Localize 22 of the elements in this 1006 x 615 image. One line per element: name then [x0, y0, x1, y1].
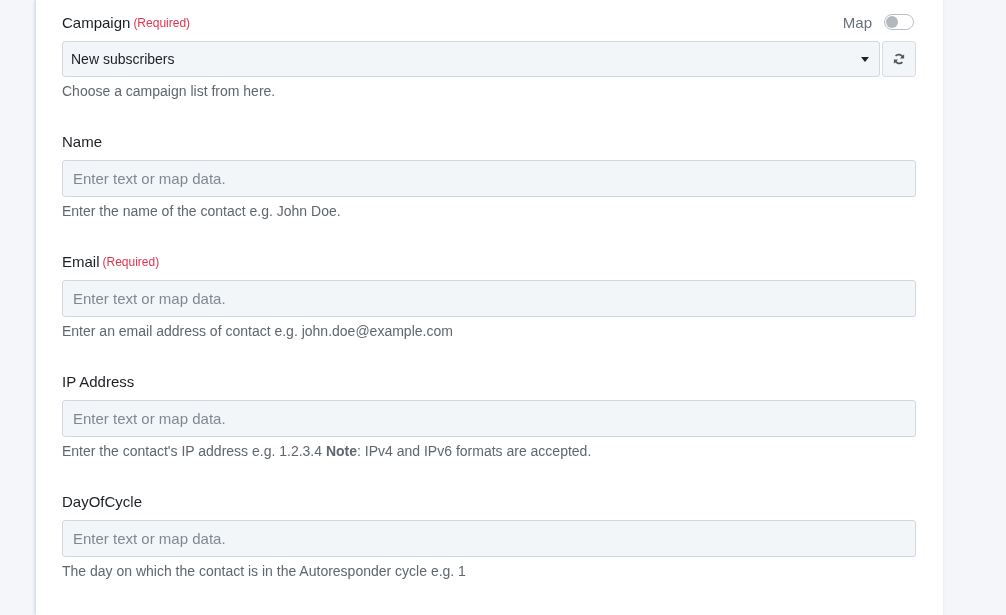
required-note: (Required): [102, 255, 160, 269]
text-input[interactable]: Enter text or map data.: [62, 160, 916, 197]
help-text: Choose a campaign list from here.: [62, 82, 277, 101]
help-text: Enter an email address of contact e.g. john.doe@example.com: [62, 322, 454, 341]
field-label: Name: [62, 132, 102, 150]
help-text: Enter the contact's IP address e.g. 1.2.3.4 Note: IPv4 and IPv6 formats are accepted.: [62, 442, 593, 461]
field-label: Campaign: [62, 13, 131, 31]
help-text: Enter the name of the contact e.g. John Doe.: [62, 202, 342, 221]
refresh-icon: [893, 53, 905, 65]
text-input[interactable]: Enter text or map data.: [62, 400, 916, 437]
required-note: (Required): [133, 16, 191, 30]
map-label: Map: [842, 13, 872, 31]
field-label: DayOfCycle: [62, 492, 143, 510]
refresh-button[interactable]: [882, 41, 916, 77]
field-label: IP Address: [62, 372, 135, 390]
text-input[interactable]: Enter text or map data.: [62, 280, 916, 317]
caret-icon: [861, 56, 869, 62]
help-text: The day on which the contact is in the Autoresponder cycle e.g. 1: [62, 562, 467, 581]
map-toggle[interactable]: [884, 14, 914, 30]
campaign-select[interactable]: New subscribers: [62, 41, 880, 77]
field-label: Email: [62, 252, 100, 270]
text-input[interactable]: Enter text or map data.: [62, 520, 916, 557]
